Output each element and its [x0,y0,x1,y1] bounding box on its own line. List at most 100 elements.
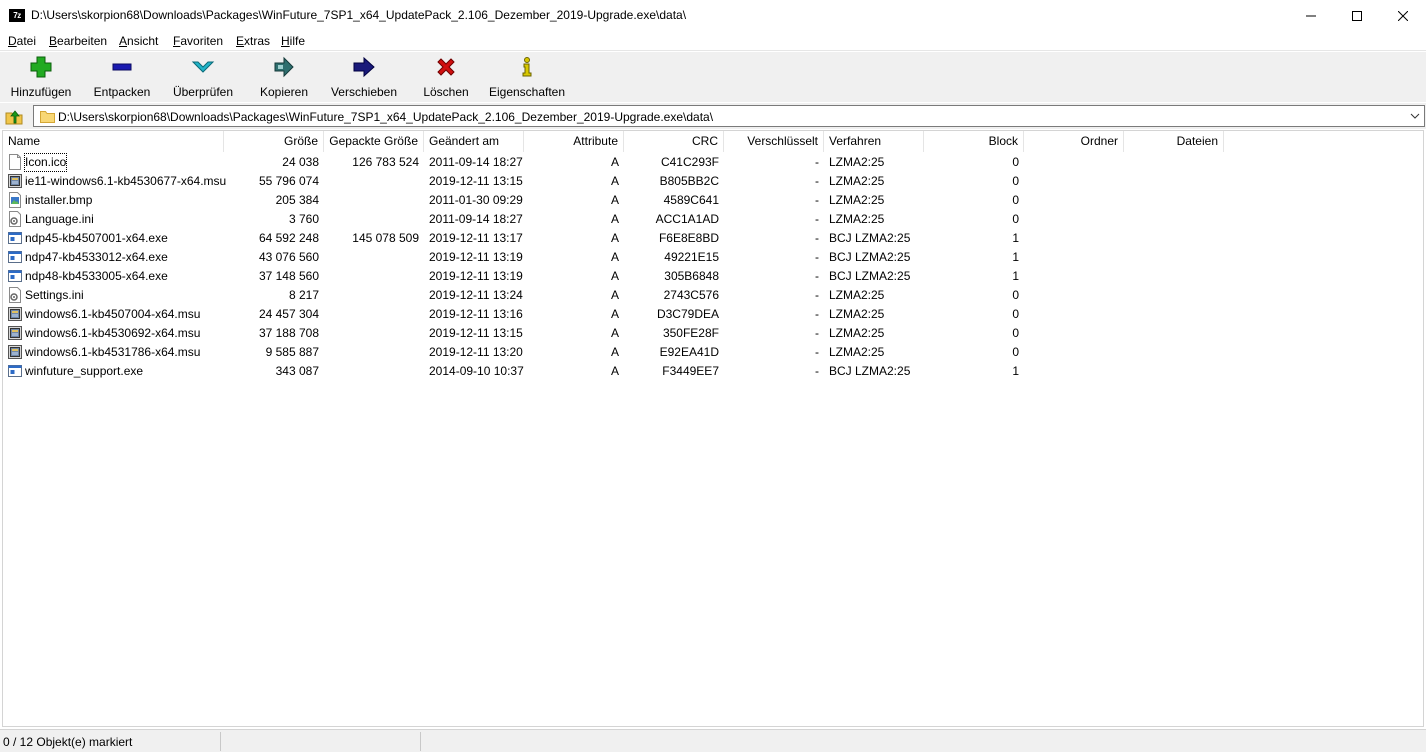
cell-encrypted: - [815,212,819,226]
column-header-block[interactable]: Block [924,131,1024,152]
table-row[interactable]: ndp48-kb4533005-x64.exe 37 148 560 2019-12… [3,267,1225,286]
properties-button[interactable]: Eigenschaften [487,55,567,101]
cell-encrypted: - [815,326,819,340]
cell-packed-size [324,267,424,286]
cell-block: 1 [1012,269,1019,283]
cell-method: BCJ LZMA2:25 [829,364,911,378]
cell-size: 55 796 074 [258,174,319,188]
plus-icon [30,56,52,78]
test-label: Überprüfen [172,85,234,99]
menu-bearbeiten[interactable]: Bearbeiten [49,34,107,48]
copy-arrow-icon [274,56,294,78]
exe-file-icon [8,249,22,265]
cell-method: BCJ LZMA2:25 [829,231,911,245]
close-button[interactable] [1380,0,1426,31]
cell-modified: 2019-12-11 13:16 [429,307,523,321]
status-divider [220,732,221,751]
column-header-packed-size[interactable]: Gepackte Größe [324,131,424,152]
cell-modified: 2014-09-10 10:37 [429,364,524,378]
cell-method: BCJ LZMA2:25 [829,269,911,283]
column-header-modified[interactable]: Geändert am [424,131,524,152]
cell-modified: 2019-12-11 13:19 [429,269,523,283]
msu-package-icon [8,344,22,360]
table-row[interactable]: windows6.1-kb4507004-x64.msu 24 457 304 20… [3,305,1225,324]
column-header-method[interactable]: Verfahren [824,131,924,152]
cell-packed-size [324,305,424,324]
check-down-arrow-icon [191,61,215,73]
menu-ansicht[interactable]: Ansicht [119,34,158,48]
cell-name: windows6.1-kb4530692-x64.msu [25,326,201,340]
cell-attributes: A [610,288,619,302]
cell-name: windows6.1-kb4531786-x64.msu [25,345,201,359]
properties-label: Eigenschaften [488,85,566,99]
image-file-icon [8,192,22,208]
table-row[interactable]: windows6.1-kb4531786-x64.msu 9 585 887 201… [3,343,1225,362]
cell-crc: 350FE28F [662,326,719,340]
move-button[interactable]: Verschieben [329,55,399,101]
table-row[interactable]: winfuture_support.exe 343 087 2014-09-10 1… [3,362,1225,381]
cell-modified: 2011-09-14 18:27 [429,212,523,226]
cell-packed-size [324,324,424,343]
table-row[interactable]: Language.ini 3 760 2011-09-14 18:27 A ACC1A1… [3,210,1225,229]
cell-method: LZMA2:25 [829,326,885,340]
cell-block: 1 [1012,231,1019,245]
menu-hilfe[interactable]: Hilfe [281,34,305,48]
table-row[interactable]: ie11-windows6.1-kb4530677-x64.msu 55 796 … [3,172,1225,191]
cell-modified: 2019-12-11 13:15 [429,174,523,188]
add-button[interactable]: Hinzufügen [6,55,76,101]
table-row[interactable]: Icon.ico 24 038 126 783 524 2011-09-14 18:2… [3,153,1225,172]
cell-encrypted: - [815,269,819,283]
table-row[interactable]: windows6.1-kb4530692-x64.msu 37 188 708 20… [3,324,1225,343]
address-path: D:\Users\skorpion68\Downloads\Packages\W… [58,110,714,124]
selection-status: 0 / 12 Objekt(e) markiert [3,735,133,749]
maximize-button[interactable] [1334,0,1380,31]
up-folder-icon[interactable] [5,107,23,125]
cell-method: LZMA2:25 [829,345,885,359]
chevron-down-icon[interactable] [1410,111,1420,121]
cell-encrypted: - [815,250,819,264]
menu-extras[interactable]: Extras [236,34,270,48]
cell-name: ie11-windows6.1-kb4530677-x64.msu [25,174,227,188]
cell-name: installer.bmp [25,193,93,207]
minimize-button[interactable] [1288,0,1334,31]
cell-name: Settings.ini [25,288,84,302]
address-combobox[interactable]: D:\Users\skorpion68\Downloads\Packages\W… [33,105,1425,127]
cell-crc: 305B6848 [664,269,719,283]
cell-block: 0 [1012,174,1019,188]
cell-method: LZMA2:25 [829,212,885,226]
cell-size: 3 760 [288,212,319,226]
toolbar: Hinzufügen Entpacken Überprüfen Kopieren… [0,52,1426,102]
cell-crc: F6E8E8BD [658,231,719,245]
table-row[interactable]: ndp47-kb4533012-x64.exe 43 076 560 2019-12… [3,248,1225,267]
cell-block: 0 [1012,307,1019,321]
cell-block: 1 [1012,250,1019,264]
extract-button[interactable]: Entpacken [88,55,156,101]
cell-block: 0 [1012,155,1019,169]
column-header-size[interactable]: Größe [224,131,324,152]
cell-packed-size [324,343,424,362]
menu-datei[interactable]: Datei [8,34,36,48]
delete-button[interactable]: Löschen [418,55,474,101]
column-header-attributes[interactable]: Attribute [524,131,624,152]
column-header-folders[interactable]: Ordner [1024,131,1124,152]
column-header-encrypted[interactable]: Verschlüsselt [724,131,824,152]
column-header-crc[interactable]: CRC [624,131,724,152]
cell-name: ndp45-kb4507001-x64.exe [25,231,168,245]
cell-attributes: A [610,269,619,283]
cell-size: 43 076 560 [258,250,319,264]
copy-button[interactable]: Kopieren [254,55,314,101]
cell-attributes: A [610,250,619,264]
cell-crc: ACC1A1AD [655,212,719,226]
table-row[interactable]: Settings.ini 8 217 2019-12-11 13:24 A 2743C5… [3,286,1225,305]
test-button[interactable]: Überprüfen [168,55,238,101]
menu-favoriten[interactable]: Favoriten [173,34,223,48]
folder-icon [40,111,55,123]
column-header-name[interactable]: Name [3,131,224,152]
file-list: Name Größe Gepackte Größe Geändert am At… [2,130,1424,727]
cell-modified: 2019-12-11 13:24 [429,288,523,302]
table-row[interactable]: ndp45-kb4507001-x64.exe 64 592 248 145 078… [3,229,1225,248]
cell-packed-size: 145 078 509 [352,231,419,245]
cell-name: winfuture_support.exe [25,364,144,378]
column-header-files[interactable]: Dateien [1124,131,1224,152]
table-row[interactable]: installer.bmp 205 384 2011-01-30 09:29 A 458… [3,191,1225,210]
